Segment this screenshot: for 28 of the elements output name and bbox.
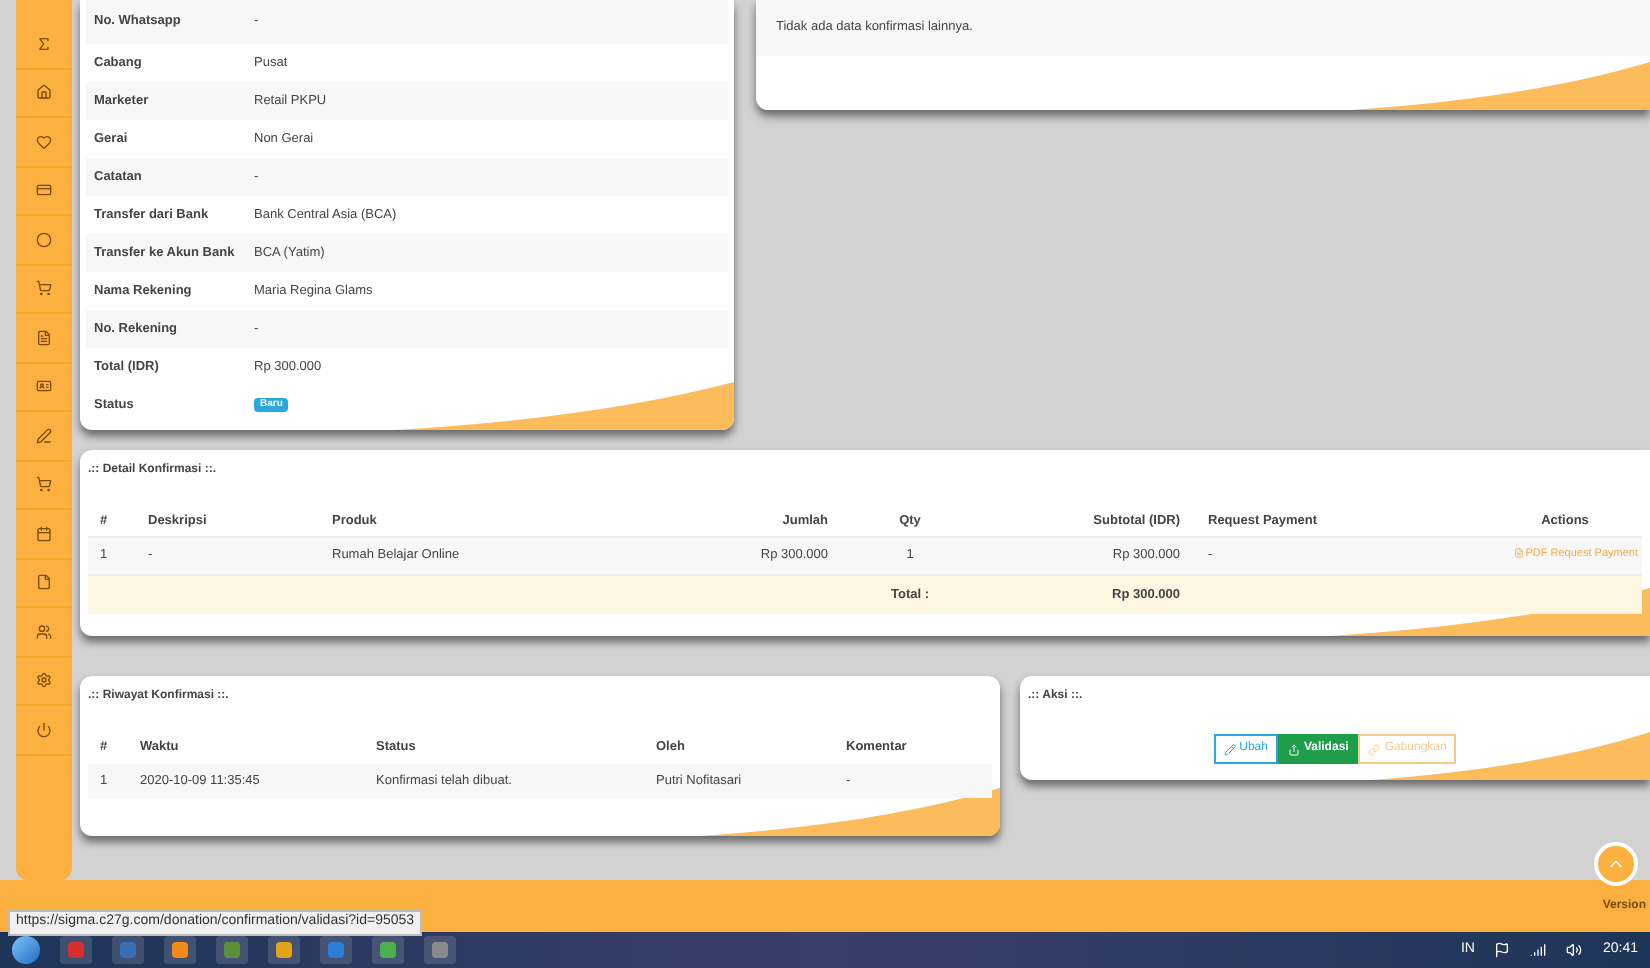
- flag-icon[interactable]: [1494, 942, 1511, 958]
- heart-icon[interactable]: [36, 133, 52, 150]
- pencil-icon: [1223, 743, 1236, 755]
- id-card-icon[interactable]: [36, 378, 52, 395]
- cart-icon[interactable]: [36, 476, 52, 493]
- document-icon[interactable]: [36, 329, 52, 346]
- settings-icon[interactable]: [36, 672, 52, 689]
- taskbar-app-icon[interactable]: [268, 936, 300, 964]
- calendar-icon[interactable]: [36, 525, 52, 542]
- power-icon[interactable]: [36, 721, 52, 738]
- users-icon[interactable]: [36, 623, 52, 640]
- signal-icon[interactable]: [1530, 942, 1547, 958]
- share-icon: [1287, 743, 1300, 755]
- home-icon[interactable]: [36, 84, 52, 101]
- start-button[interactable]: [12, 936, 40, 964]
- taskbar-app-icon[interactable]: [372, 936, 404, 964]
- link-icon: [1368, 743, 1381, 755]
- file-icon[interactable]: [36, 574, 52, 591]
- card-icon[interactable]: [36, 182, 52, 199]
- sigma-icon[interactable]: [36, 35, 52, 52]
- file-icon: [1513, 548, 1524, 559]
- taskbar-app-icon[interactable]: [164, 936, 196, 964]
- cart-icon[interactable]: [36, 280, 52, 297]
- taskbar-app-icon[interactable]: [424, 936, 456, 964]
- volume-icon[interactable]: [1566, 942, 1583, 958]
- pen-icon[interactable]: [36, 427, 52, 444]
- taskbar-app-icon[interactable]: [216, 936, 248, 964]
- circle-icon[interactable]: [36, 231, 52, 248]
